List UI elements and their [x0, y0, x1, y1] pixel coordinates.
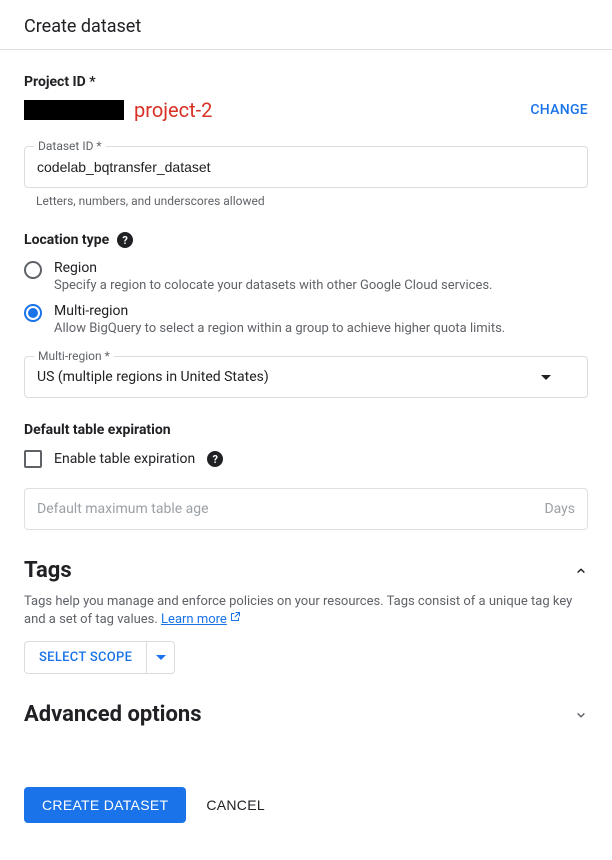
multiregion-radio-desc: Allow BigQuery to select a region within… [54, 321, 588, 336]
location-type-title: Location type [24, 232, 109, 248]
advanced-title: Advanced options [24, 702, 202, 727]
dialog-title: Create dataset [24, 16, 141, 37]
project-id-label: Project ID * [24, 74, 588, 90]
change-project-button[interactable]: CHANGE [530, 102, 588, 118]
project-id-redacted [24, 100, 124, 120]
chevron-down-icon [574, 708, 588, 722]
learn-more-link[interactable]: Learn more [161, 612, 227, 627]
cancel-button[interactable]: CANCEL [202, 787, 269, 823]
multiregion-radio-label: Multi-region [54, 303, 588, 319]
dialog-header: Create dataset [0, 0, 612, 50]
max-table-age-unit: Days [544, 501, 575, 517]
create-dataset-button[interactable]: CREATE DATASET [24, 787, 186, 823]
multiregion-radio[interactable] [24, 304, 42, 322]
multiregion-select-label: Multi-region * [34, 349, 114, 363]
select-scope-dropdown[interactable] [146, 642, 174, 673]
tags-title: Tags [24, 558, 72, 583]
external-link-icon [229, 611, 241, 623]
select-scope-button[interactable]: SELECT SCOPE [25, 642, 146, 673]
tags-section-toggle[interactable]: Tags [24, 558, 588, 583]
enable-expiration-checkbox[interactable] [24, 450, 42, 468]
dataset-id-label: Dataset ID * [34, 139, 106, 153]
max-table-age-placeholder: Default maximum table age [37, 501, 209, 517]
region-radio-desc: Specify a region to colocate your datase… [54, 278, 588, 293]
region-radio-label: Region [54, 260, 588, 276]
caret-down-icon [541, 375, 551, 380]
project-name: project-2 [134, 98, 212, 122]
multiregion-select-value: US (multiple regions in United States) [37, 369, 269, 385]
tags-description: Tags help you manage and enforce policie… [24, 594, 572, 627]
advanced-section-toggle[interactable]: Advanced options [24, 702, 588, 727]
enable-expiration-label: Enable table expiration [54, 451, 195, 467]
chevron-up-icon [574, 564, 588, 578]
help-icon[interactable]: ? [117, 232, 133, 248]
dataset-id-input[interactable] [24, 146, 588, 188]
max-table-age-input: Default maximum table age Days [24, 488, 588, 530]
region-radio[interactable] [24, 261, 42, 279]
help-icon[interactable]: ? [207, 451, 223, 467]
expiration-title: Default table expiration [24, 422, 171, 438]
caret-down-icon [156, 655, 166, 660]
dataset-id-helper: Letters, numbers, and underscores allowe… [36, 194, 588, 208]
